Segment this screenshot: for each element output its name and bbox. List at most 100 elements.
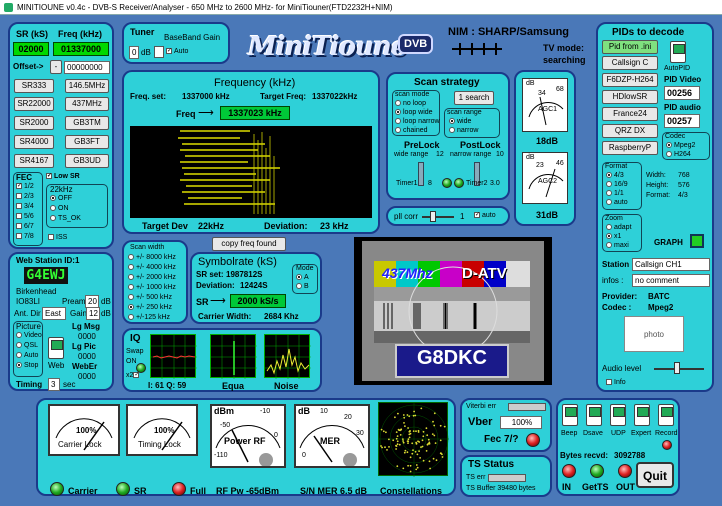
- scan-width-option[interactable]: +/- 8000 kHz: [128, 254, 176, 261]
- quit-button[interactable]: Quit: [636, 462, 674, 488]
- dsave-switch[interactable]: [586, 404, 602, 426]
- pid-audio-input[interactable]: 00257: [664, 114, 700, 128]
- freq-input[interactable]: 01337000: [53, 42, 109, 56]
- udp-switch[interactable]: [610, 404, 626, 426]
- prelock-slider[interactable]: [418, 162, 424, 186]
- scan-mode-option[interactable]: no loop: [395, 100, 426, 107]
- format-option[interactable]: auto: [606, 199, 628, 206]
- constellation-point: [385, 431, 387, 434]
- station-input[interactable]: Callsign CH1: [632, 258, 710, 271]
- fec-option[interactable]: 7/8: [16, 233, 34, 240]
- preset-sr2000[interactable]: SR2000: [14, 116, 54, 130]
- record-switch[interactable]: [658, 404, 674, 426]
- auto-pid-switch[interactable]: [670, 41, 686, 63]
- scan-width-option[interactable]: +/- 2000 kHz: [128, 274, 176, 281]
- scan-mode-option[interactable]: chained: [395, 127, 428, 134]
- beep-switch[interactable]: [562, 404, 578, 426]
- preset-gb3ft[interactable]: GB3FT: [65, 135, 109, 149]
- picture-option[interactable]: Stop: [16, 362, 38, 369]
- fec-option[interactable]: 3/4: [16, 203, 34, 210]
- preset-sr22000[interactable]: SR22000: [14, 97, 54, 111]
- web-switch[interactable]: [48, 337, 64, 359]
- height-value: 576: [678, 182, 690, 189]
- pid-preset[interactable]: RaspberryP: [602, 141, 658, 155]
- pid-preset[interactable]: HDlowSR: [602, 90, 658, 104]
- carrier-led: [50, 482, 64, 496]
- graph-button[interactable]: [690, 234, 704, 248]
- picture-option[interactable]: Auto: [16, 352, 38, 359]
- preset-sr4167[interactable]: SR4167: [14, 154, 54, 168]
- radio-icon: [128, 274, 134, 281]
- gain-input[interactable]: 12: [86, 307, 100, 320]
- picture-option[interactable]: Video: [16, 332, 42, 339]
- sr-mode-option[interactable]: B: [296, 283, 309, 290]
- constellation-point: [411, 452, 414, 455]
- radio-icon: [128, 304, 134, 311]
- ant-dir-input[interactable]: East: [42, 307, 66, 320]
- provider-label: Provider:: [602, 292, 638, 301]
- scan-width-option[interactable]: +/- 500 kHz: [128, 294, 172, 301]
- pll-auto-checkbox[interactable]: ✓ auto: [474, 212, 496, 219]
- zoom-option[interactable]: maxi: [606, 242, 629, 249]
- pid-preset[interactable]: QRZ DX: [602, 124, 658, 138]
- infos-input[interactable]: no comment: [632, 274, 710, 287]
- scan-mode-option[interactable]: loop wide: [395, 109, 433, 116]
- scan-range-option[interactable]: narrow: [449, 127, 478, 134]
- khz22-option[interactable]: ON: [50, 205, 69, 212]
- expert-switch[interactable]: [634, 404, 650, 426]
- preset-gb3ud[interactable]: GB3UD: [65, 154, 109, 168]
- tuner-gain-input[interactable]: 0: [129, 46, 139, 59]
- khz22-option[interactable]: OFF: [50, 195, 72, 202]
- codec-option[interactable]: Mpeg2: [666, 142, 695, 149]
- fec-option[interactable]: ✓ 1/2: [16, 183, 34, 190]
- format-option[interactable]: 4/3: [606, 172, 624, 179]
- pid-preset[interactable]: Callsign C: [602, 56, 658, 70]
- constellation-point: [415, 468, 418, 471]
- pid-from-ini-button[interactable]: Pid from .ini: [602, 40, 658, 54]
- scan-width-option[interactable]: +/- 250 kHz: [128, 304, 172, 311]
- offset-input[interactable]: 00000000: [64, 61, 110, 74]
- codec-option[interactable]: H264: [666, 151, 691, 158]
- x2-checkbox[interactable]: x2✓: [126, 372, 141, 379]
- fec-option[interactable]: 5/6: [16, 213, 34, 220]
- preset-gb3tm[interactable]: GB3TM: [65, 116, 109, 130]
- zoom-option[interactable]: adapt: [606, 224, 632, 231]
- zoom-option[interactable]: x1: [606, 233, 621, 240]
- iss-checkbox[interactable]: ISS: [48, 234, 67, 241]
- preset-437mhz[interactable]: 437MHz: [65, 97, 109, 111]
- offset-sign-button[interactable]: -: [50, 60, 62, 74]
- preset-146mhz[interactable]: 146.5MHz: [65, 79, 109, 93]
- freq-set-label: Freq. set:: [130, 92, 167, 101]
- khz22-option[interactable]: TS_OK: [50, 215, 81, 222]
- height-label: Height:: [646, 182, 669, 189]
- pid-preset[interactable]: France24: [602, 107, 658, 121]
- sr-mode-option[interactable]: A: [296, 274, 309, 281]
- timing-input[interactable]: 3: [48, 378, 60, 391]
- scan-width-label: +/- 500 kHz: [136, 294, 172, 301]
- fec-option[interactable]: 6/7: [16, 223, 34, 230]
- search-button[interactable]: 1 search: [454, 91, 494, 105]
- pid-video-input[interactable]: 00256: [664, 86, 700, 100]
- format-option[interactable]: 16/9: [606, 181, 628, 188]
- pid-preset[interactable]: F6DZP-H264: [602, 73, 658, 87]
- tuner-auto-checkbox[interactable]: ✓ Auto: [166, 48, 188, 55]
- fec-option[interactable]: 2/3: [16, 193, 34, 200]
- format-option[interactable]: 1/1: [606, 190, 624, 197]
- preset-sr333[interactable]: SR333: [14, 79, 54, 93]
- scan-mode-option[interactable]: loop narrow: [395, 118, 440, 125]
- info-checkbox[interactable]: Info: [606, 379, 626, 386]
- tuner-gain-slider-thumb[interactable]: [154, 46, 164, 58]
- scan-width-option[interactable]: +/- 1000 kHz: [128, 284, 176, 291]
- pll-slider-thumb[interactable]: [430, 211, 436, 222]
- audio-level-slider[interactable]: [674, 362, 680, 374]
- low-sr-checkbox[interactable]: ✓ Low SR: [46, 173, 80, 180]
- preset-sr4000[interactable]: SR4000: [14, 135, 54, 149]
- picture-option[interactable]: QSL: [16, 342, 38, 349]
- pid-audio-label: PID audio: [664, 103, 701, 112]
- scan-range-option[interactable]: wide: [449, 118, 471, 125]
- sr-input[interactable]: 02000: [13, 42, 49, 56]
- copy-freq-found-button[interactable]: copy freq found: [212, 237, 286, 251]
- scan-mode-title: scan mode: [395, 91, 430, 98]
- scan-width-option[interactable]: +/-125 kHz: [128, 314, 170, 321]
- scan-width-option[interactable]: +/- 4000 kHz: [128, 264, 176, 271]
